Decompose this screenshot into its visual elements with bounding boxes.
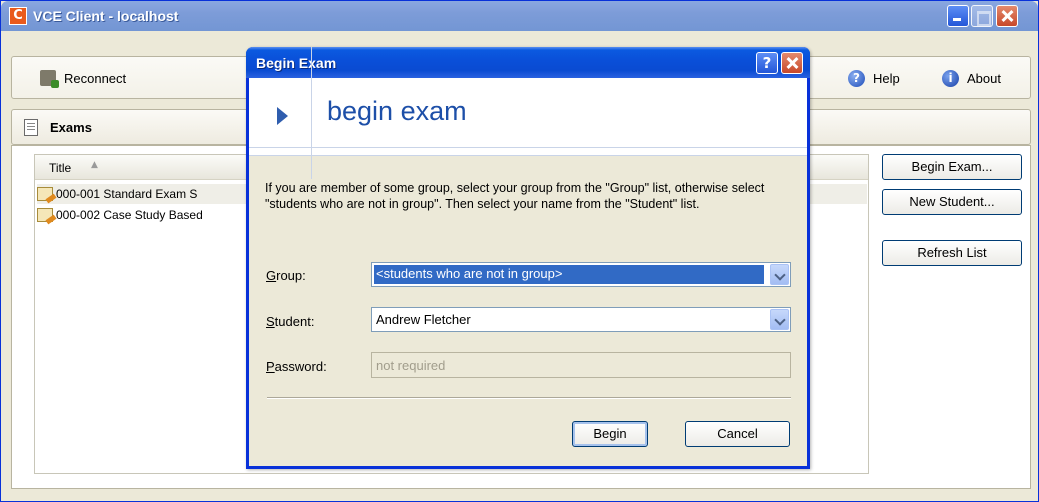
help-button[interactable]: ? Help bbox=[848, 68, 900, 88]
dialog-title: Begin Exam bbox=[256, 55, 337, 71]
reconnect-label: Reconnect bbox=[64, 70, 127, 86]
help-icon: ? bbox=[848, 69, 865, 87]
chevron-down-icon[interactable] bbox=[770, 309, 789, 330]
banner-rule bbox=[249, 147, 807, 148]
dialog-close-button[interactable] bbox=[781, 52, 803, 74]
arrow-right-icon bbox=[277, 107, 288, 125]
main-titlebar[interactable]: C VCE Client - localhost bbox=[1, 1, 1038, 31]
window-title: VCE Client - localhost bbox=[33, 8, 179, 24]
dialog-titlebar[interactable]: Begin Exam ? bbox=[246, 47, 810, 78]
document-icon bbox=[24, 119, 38, 136]
password-label: Password: bbox=[266, 358, 327, 376]
close-button[interactable] bbox=[996, 5, 1018, 27]
about-button[interactable]: i About bbox=[942, 68, 1001, 88]
banner-title: begin exam bbox=[327, 96, 467, 126]
about-label: About bbox=[967, 70, 1001, 86]
chevron-down-icon[interactable] bbox=[770, 264, 789, 285]
list-item[interactable]: 000-002 Case Study Based bbox=[37, 205, 203, 225]
maximize-button[interactable] bbox=[971, 5, 993, 27]
list-item-label: 000-001 Standard Exam S bbox=[56, 187, 198, 201]
begin-exam-dialog: Begin Exam ? begin exam If you are membe… bbox=[246, 47, 810, 469]
group-select-value: <students who are not in group> bbox=[374, 265, 764, 284]
exam-file-icon bbox=[37, 187, 53, 201]
group-label-accesskey: G bbox=[266, 268, 277, 283]
list-item-label: 000-002 Case Study Based bbox=[56, 208, 203, 222]
password-label-text: assword: bbox=[274, 359, 327, 374]
student-label-text: tudent: bbox=[274, 314, 315, 329]
sort-ascending-icon: ▲ bbox=[91, 160, 98, 170]
password-placeholder: not required bbox=[376, 358, 446, 373]
reconnect-icon bbox=[40, 70, 59, 88]
vce-app-icon: C bbox=[9, 7, 27, 25]
group-select[interactable]: <students who are not in group> bbox=[371, 262, 791, 287]
column-header-title[interactable]: Title bbox=[49, 160, 71, 176]
minimize-button[interactable] bbox=[947, 5, 969, 27]
password-label-accesskey: P bbox=[266, 359, 275, 374]
dialog-help-button[interactable]: ? bbox=[756, 52, 778, 74]
group-label: Group: bbox=[266, 267, 306, 285]
student-select[interactable]: Andrew Fletcher bbox=[371, 307, 791, 332]
student-select-value: Andrew Fletcher bbox=[376, 312, 471, 327]
dialog-banner: begin exam bbox=[249, 78, 807, 156]
student-label: Student: bbox=[266, 313, 314, 331]
cancel-button[interactable]: Cancel bbox=[685, 421, 790, 447]
refresh-list-button[interactable]: Refresh List bbox=[882, 240, 1022, 266]
exam-file-icon bbox=[37, 208, 53, 222]
student-label-accesskey: S bbox=[266, 314, 275, 329]
group-label-text: roup: bbox=[276, 268, 306, 283]
password-field: not required bbox=[371, 352, 791, 378]
info-icon: i bbox=[942, 69, 959, 87]
dialog-divider bbox=[267, 397, 791, 399]
help-label: Help bbox=[873, 70, 900, 86]
reconnect-button[interactable]: Reconnect bbox=[40, 68, 126, 88]
banner-separator bbox=[311, 47, 312, 179]
instructions-text: If you are member of some group, select … bbox=[265, 181, 765, 211]
new-student-button[interactable]: New Student... bbox=[882, 189, 1022, 215]
begin-exam-button[interactable]: Begin Exam... bbox=[882, 154, 1022, 180]
begin-button[interactable]: Begin bbox=[572, 421, 648, 447]
section-title: Exams bbox=[50, 120, 92, 135]
